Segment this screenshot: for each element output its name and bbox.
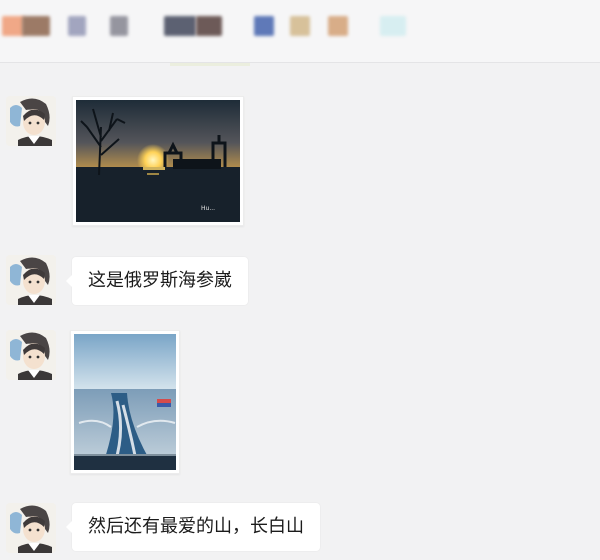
message-bubble[interactable]: 然后还有最爱的山，长白山 bbox=[66, 503, 320, 551]
sunset-harbor-photo[interactable]: Hu... bbox=[72, 96, 244, 226]
message-text: 这是俄罗斯海参崴 bbox=[88, 270, 232, 291]
header-blur-block bbox=[290, 16, 310, 36]
message-text: 然后还有最爱的山，长白山 bbox=[88, 516, 304, 537]
header-blur-block bbox=[2, 16, 24, 36]
header-blur-block bbox=[196, 16, 222, 36]
chat-message bbox=[0, 330, 600, 474]
avatar[interactable] bbox=[6, 330, 56, 380]
header-blur-block bbox=[68, 16, 86, 36]
chat-message: 然后还有最爱的山，长白山 bbox=[0, 503, 600, 555]
photo-watermark: Hu... bbox=[201, 205, 215, 212]
avatar[interactable] bbox=[6, 96, 56, 146]
header-blur-block bbox=[254, 16, 274, 36]
header-blur-block bbox=[328, 16, 348, 36]
avatar[interactable] bbox=[6, 255, 56, 305]
avatar[interactable] bbox=[6, 503, 56, 553]
header-blur-block bbox=[22, 16, 50, 36]
chat-header bbox=[0, 0, 600, 63]
header-blur-block bbox=[110, 16, 128, 36]
header-blur-block bbox=[380, 16, 406, 36]
header-blur-block bbox=[164, 16, 196, 36]
header-divider bbox=[170, 63, 250, 66]
chat-message: Hu... bbox=[0, 96, 600, 226]
sea-wake-photo[interactable] bbox=[70, 330, 180, 474]
message-bubble[interactable]: 这是俄罗斯海参崴 bbox=[66, 257, 248, 305]
chat-message: 这是俄罗斯海参崴 bbox=[0, 255, 600, 307]
